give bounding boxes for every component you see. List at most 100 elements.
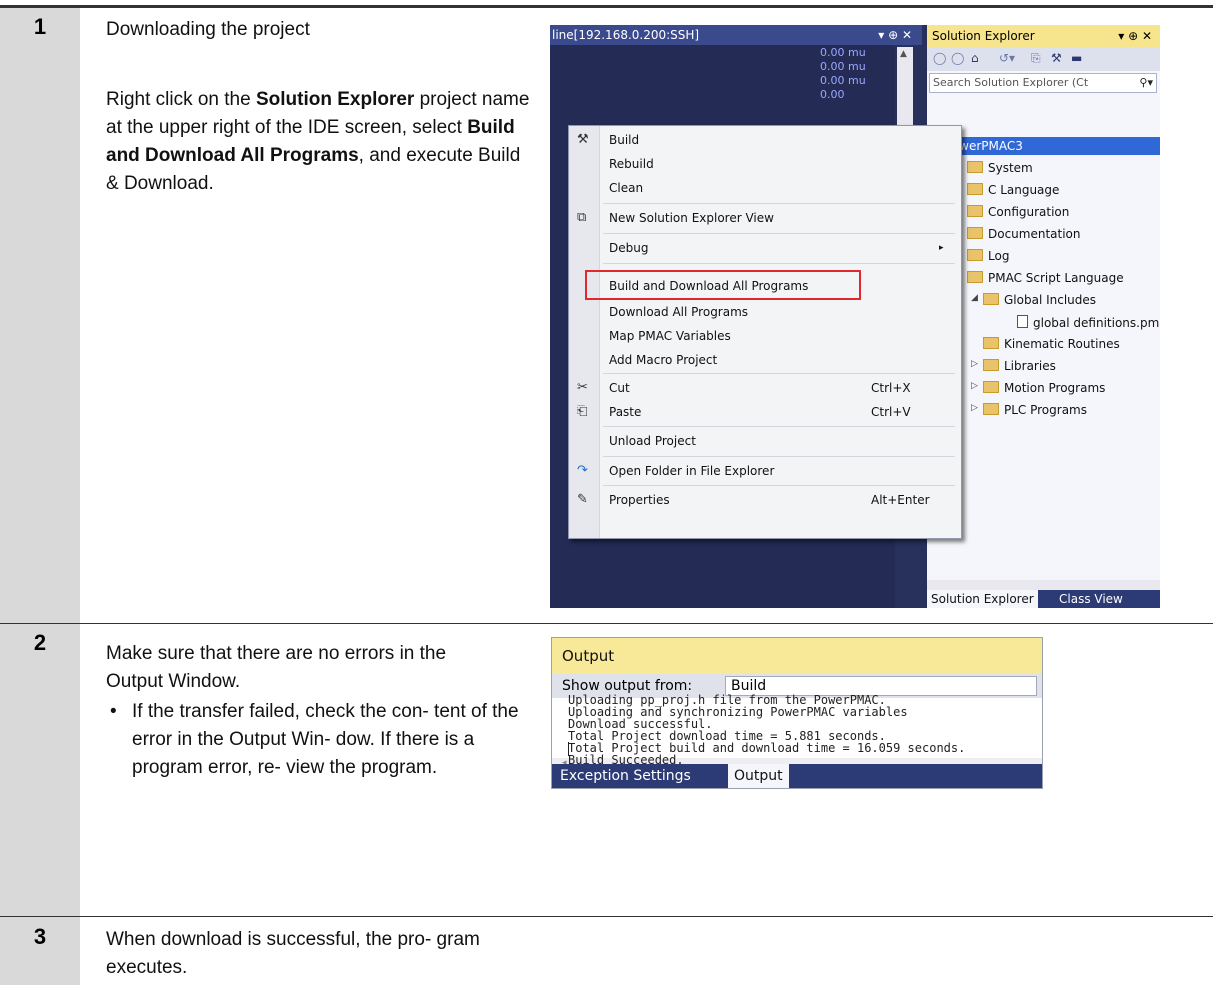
folder-icon [983, 403, 999, 415]
folder-icon [983, 381, 999, 393]
folder-icon [967, 183, 983, 195]
step2-text: Make sure that there are no errors in th… [106, 643, 447, 692]
output-titlebar: Output [552, 638, 1042, 674]
step-number-2: 2 [33, 630, 47, 655]
step1-text-1: Right click on the [106, 89, 256, 110]
cut-icon: ✂ [577, 380, 588, 395]
mu-value: 0.00 mu [820, 74, 866, 87]
solution-explorer-title: Solution Explorer [932, 29, 1035, 43]
wrench-icon[interactable]: ⚒ [1051, 51, 1062, 65]
menu-item-build[interactable]: ⚒ Build [569, 128, 961, 152]
menu-item-unload-project[interactable]: Unload Project [569, 429, 961, 453]
menu-item-debug[interactable]: Debug ▸ [569, 236, 961, 260]
menu-separator [603, 456, 955, 457]
tab-class-view[interactable]: Class View [1055, 590, 1127, 608]
menu-item-rebuild[interactable]: Rebuild [569, 152, 961, 176]
file-icon [1017, 315, 1028, 328]
tab-output[interactable]: Output [728, 764, 789, 788]
tree-item-system[interactable]: System [967, 161, 1033, 175]
folder-icon [983, 359, 999, 371]
home-icon[interactable]: ⌂ [971, 51, 979, 65]
solution-explorer-toolbar: ◯ ◯ ⌂ ↺▾ ⎘ ⚒ ▬ [927, 47, 1160, 71]
tree-item-log[interactable]: Log [967, 249, 1009, 263]
step-column-2 [0, 624, 80, 916]
wrench-icon: ✎ [577, 492, 588, 507]
mu-value: 0.00 mu [820, 46, 866, 59]
collapsed-arrow-icon[interactable]: ▷ [971, 381, 978, 391]
paste-icon: ⎗ [577, 404, 588, 419]
expanded-arrow-icon[interactable]: ◢ [971, 293, 978, 303]
tree-item-global-definitions[interactable]: global definitions.pm [1017, 315, 1159, 330]
solution-explorer-tabs: Solution Explorer Class View [927, 590, 1160, 608]
step2-bullet-text: If the transfer failed, check the con- t… [132, 701, 519, 778]
solution-explorer-search[interactable]: Search Solution Explorer (Ct ⚲▾ [929, 73, 1157, 93]
menu-separator [603, 263, 955, 264]
tree-item-libraries[interactable]: ▷ Libraries [971, 359, 1056, 373]
left-pane-scrollbar[interactable]: ▲ [897, 47, 913, 127]
row-divider-2 [0, 916, 1213, 917]
solution-explorer-hscroll[interactable] [927, 580, 1160, 590]
collapsed-arrow-icon[interactable]: ▷ [971, 359, 978, 369]
text-cursor [568, 742, 569, 756]
menu-item-cut[interactable]: ✂ Cut Ctrl+X [569, 376, 961, 400]
left-pane-title: line[192.168.0.200:SSH] [552, 28, 700, 42]
output-text-area[interactable]: Uploading pp_proj.h file from the PowerP… [552, 694, 1042, 767]
tree-item-global-includes[interactable]: ◢ Global Includes [971, 293, 1096, 307]
context-menu: ⚒ Build Rebuild Clean ⧉ New Solution Explo… [568, 125, 962, 539]
output-title: Output [562, 647, 615, 665]
highlight-box [585, 270, 861, 300]
folder-icon [983, 337, 999, 349]
step1-instructions: Right click on the Solution Explorer pro… [106, 86, 536, 198]
mu-value: 0.00 mu [820, 60, 866, 73]
search-placeholder: Search Solution Explorer (Ct [933, 76, 1089, 89]
tree-item-plc-programs[interactable]: ▷ PLC Programs [971, 403, 1087, 417]
back-icon[interactable]: ◯ [933, 51, 946, 65]
mu-value: 0.00 [820, 88, 845, 101]
step-number-1: 1 [33, 14, 47, 39]
step3-text: When download is successful, the pro- gr… [106, 929, 480, 978]
menu-separator [603, 233, 955, 234]
forward-icon[interactable]: ◯ [951, 51, 964, 65]
menu-item-map-pmac-variables[interactable]: Map PMAC Variables [569, 324, 961, 348]
tree-item-documentation[interactable]: Documentation [967, 227, 1081, 241]
tab-solution-explorer[interactable]: Solution Explorer [927, 590, 1038, 608]
left-pane-controls[interactable]: ▾ ⊕ ✕ [878, 25, 912, 45]
scroll-up-icon[interactable]: ▲ [900, 49, 907, 59]
menu-item-paste[interactable]: ⎗ Paste Ctrl+V [569, 400, 961, 424]
tree-item-motion-programs[interactable]: ▷ Motion Programs [971, 381, 1105, 395]
new-view-icon: ⧉ [577, 210, 587, 225]
tab-exception-settings[interactable]: Exception Settings [552, 764, 699, 788]
menu-item-clean[interactable]: Clean [569, 176, 961, 200]
top-rule [0, 5, 1213, 8]
folder-icon [967, 249, 983, 261]
folder-icon [967, 205, 983, 217]
output-window-screenshot: Output Show output from: Build Uploading… [551, 637, 1043, 789]
menu-item-download-all[interactable]: Download All Programs [569, 300, 961, 324]
menu-item-new-solution-explorer-view[interactable]: ⧉ New Solution Explorer View [569, 206, 961, 230]
tree-item-pmac-script-language[interactable]: PMAC Script Language [967, 271, 1124, 285]
solution-explorer-titlebar: Solution Explorer ▾ ⊕ ✕ [927, 25, 1160, 47]
menu-separator [603, 373, 955, 374]
collapsed-arrow-icon[interactable]: ▷ [971, 403, 978, 413]
submenu-arrow-icon: ▸ [939, 243, 944, 253]
build-icon: ⚒ [577, 132, 589, 147]
procedure-table: 1 2 3 Downloading the project Right clic… [0, 0, 1213, 985]
step-column-1 [0, 8, 80, 623]
search-icon[interactable]: ⚲▾ [1139, 74, 1153, 92]
menu-item-open-folder[interactable]: ↷ Open Folder in File Explorer [569, 459, 961, 483]
open-folder-icon [983, 293, 999, 305]
tree-item-c-language[interactable]: C Language [967, 183, 1059, 197]
tree-item-kinematic-routines[interactable]: Kinematic Routines [983, 337, 1120, 351]
history-icon[interactable]: ↺▾ [999, 51, 1015, 65]
tree-item-configuration[interactable]: Configuration [967, 205, 1069, 219]
collapse-icon[interactable]: ▬ [1071, 51, 1082, 65]
open-folder-icon [967, 271, 983, 283]
solution-explorer-controls[interactable]: ▾ ⊕ ✕ [1118, 25, 1152, 47]
folder-icon [967, 227, 983, 239]
sync-icon[interactable]: ⎘ [1031, 51, 1041, 66]
menu-item-properties[interactable]: ✎ Properties Alt+Enter [569, 488, 961, 512]
step-number-3: 3 [33, 924, 47, 949]
bullet-mark: • [110, 701, 117, 722]
menu-item-add-macro-project[interactable]: Add Macro Project [569, 348, 961, 372]
left-pane-titlebar: line[192.168.0.200:SSH] ▾ ⊕ ✕ [550, 25, 922, 45]
